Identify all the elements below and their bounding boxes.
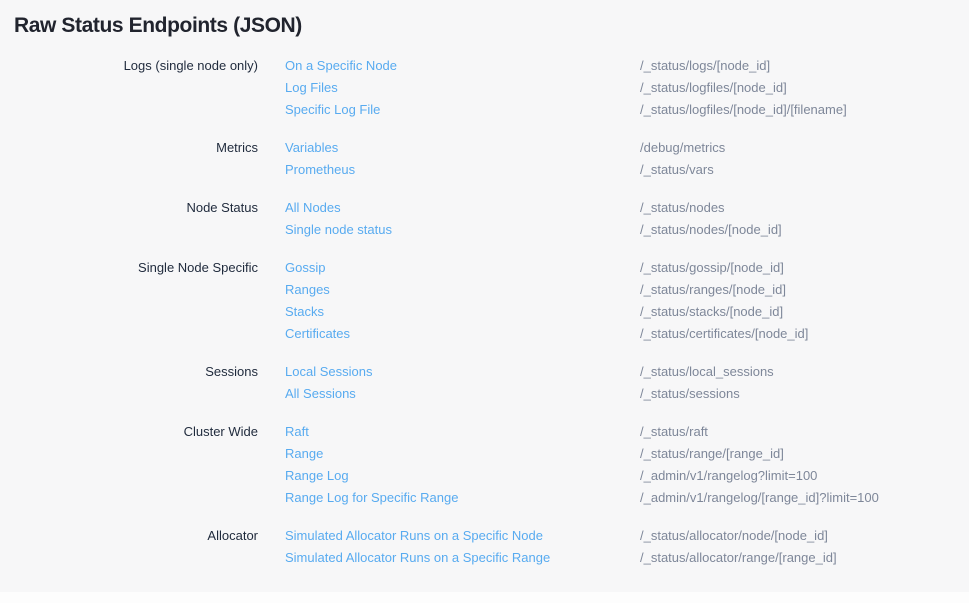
section-endpoints: /_status/raft/_status/range/[range_id]/_… [640, 421, 969, 509]
endpoint-path: /_status/certificates/[node_id] [640, 323, 969, 345]
endpoint-path: /_status/raft [640, 421, 969, 443]
endpoint-link[interactable]: Log Files [285, 77, 338, 99]
endpoint-link[interactable]: Gossip [285, 257, 325, 279]
raw-status-endpoints-page: Raw Status Endpoints (JSON) Logs (single… [0, 0, 969, 603]
endpoint-link[interactable]: Raft [285, 421, 309, 443]
section-category: Metrics [0, 137, 258, 159]
bottom-strip [0, 592, 969, 603]
section-links: GossipRangesStacksCertificates [285, 257, 640, 345]
endpoint-path: /_status/allocator/range/[range_id] [640, 547, 969, 569]
section-category: Logs (single node only) [0, 55, 258, 77]
endpoint-path: /_admin/v1/rangelog?limit=100 [640, 465, 969, 487]
endpoint-link[interactable]: Simulated Allocator Runs on a Specific R… [285, 547, 550, 569]
endpoint-path: /_status/logfiles/[node_id]/[filename] [640, 99, 969, 121]
section-links: Local SessionsAll Sessions [285, 361, 640, 405]
endpoint-section: Node StatusAll NodesSingle node status/_… [0, 197, 969, 241]
endpoint-link[interactable]: Range [285, 443, 323, 465]
endpoint-link[interactable]: Ranges [285, 279, 330, 301]
endpoint-link[interactable]: Simulated Allocator Runs on a Specific N… [285, 525, 543, 547]
section-links: RaftRangeRange LogRange Log for Specific… [285, 421, 640, 509]
endpoint-link[interactable]: Prometheus [285, 159, 355, 181]
page-title: Raw Status Endpoints (JSON) [14, 13, 969, 39]
endpoint-path: /debug/metrics [640, 137, 969, 159]
endpoint-link[interactable]: Stacks [285, 301, 324, 323]
endpoint-sections: Logs (single node only) On a Specific Nod… [0, 55, 969, 569]
endpoint-section: Cluster Wide RaftRangeRange LogRange Log … [0, 421, 969, 509]
endpoint-path: /_status/allocator/node/[node_id] [640, 525, 969, 547]
section-endpoints: /_status/gossip/[node_id]/_status/ranges… [640, 257, 969, 345]
endpoint-link[interactable]: Single node status [285, 219, 392, 241]
endpoint-path: /_status/stacks/[node_id] [640, 301, 969, 323]
endpoint-path: /_status/nodes/[node_id] [640, 219, 969, 241]
section-category: Sessions [0, 361, 258, 383]
section-category: Node Status [0, 197, 258, 219]
endpoint-path: /_status/local_sessions [640, 361, 969, 383]
endpoint-link[interactable]: Variables [285, 137, 338, 159]
endpoint-link[interactable]: Range Log for Specific Range [285, 487, 458, 509]
endpoint-link[interactable]: On a Specific Node [285, 55, 397, 77]
section-links: On a Specific NodeLog FilesSpecific Log … [285, 55, 640, 121]
section-category: Allocator [0, 525, 258, 547]
section-links: VariablesPrometheus [285, 137, 640, 181]
section-endpoints: /_status/nodes/_status/nodes/[node_id] [640, 197, 969, 241]
endpoint-path: /_status/gossip/[node_id] [640, 257, 969, 279]
endpoint-path: /_status/sessions [640, 383, 969, 405]
endpoint-path: /_status/logs/[node_id] [640, 55, 969, 77]
endpoint-link[interactable]: Certificates [285, 323, 350, 345]
section-category: Single Node Specific [0, 257, 258, 279]
endpoint-section: SessionsLocal SessionsAll Sessions/_stat… [0, 361, 969, 405]
endpoint-section: Metrics VariablesPrometheus/debug/metrics… [0, 137, 969, 181]
endpoint-path: /_status/vars [640, 159, 969, 181]
section-endpoints: /_status/allocator/node/[node_id]/_statu… [640, 525, 969, 569]
endpoint-path: /_status/nodes [640, 197, 969, 219]
endpoint-link[interactable]: All Nodes [285, 197, 341, 219]
section-links: All NodesSingle node status [285, 197, 640, 241]
endpoint-path: /_admin/v1/rangelog/[range_id]?limit=100 [640, 487, 969, 509]
section-category: Cluster Wide [0, 421, 258, 443]
endpoint-path: /_status/range/[range_id] [640, 443, 969, 465]
section-links: Simulated Allocator Runs on a Specific N… [285, 525, 640, 569]
endpoint-link[interactable]: Range Log [285, 465, 349, 487]
endpoint-path: /_status/ranges/[node_id] [640, 279, 969, 301]
endpoint-link[interactable]: Specific Log File [285, 99, 380, 121]
endpoint-section: Single Node Specific GossipRangesStacksCe… [0, 257, 969, 345]
section-endpoints: /_status/local_sessions/_status/sessions [640, 361, 969, 405]
endpoint-link[interactable]: Local Sessions [285, 361, 372, 383]
endpoint-link[interactable]: All Sessions [285, 383, 356, 405]
section-endpoints: /_status/logs/[node_id]/_status/logfiles… [640, 55, 969, 121]
section-endpoints: /debug/metrics/_status/vars [640, 137, 969, 181]
endpoint-section: Logs (single node only) On a Specific Nod… [0, 55, 969, 121]
endpoint-path: /_status/logfiles/[node_id] [640, 77, 969, 99]
endpoint-section: Allocator Simulated Allocator Runs on a S… [0, 525, 969, 569]
